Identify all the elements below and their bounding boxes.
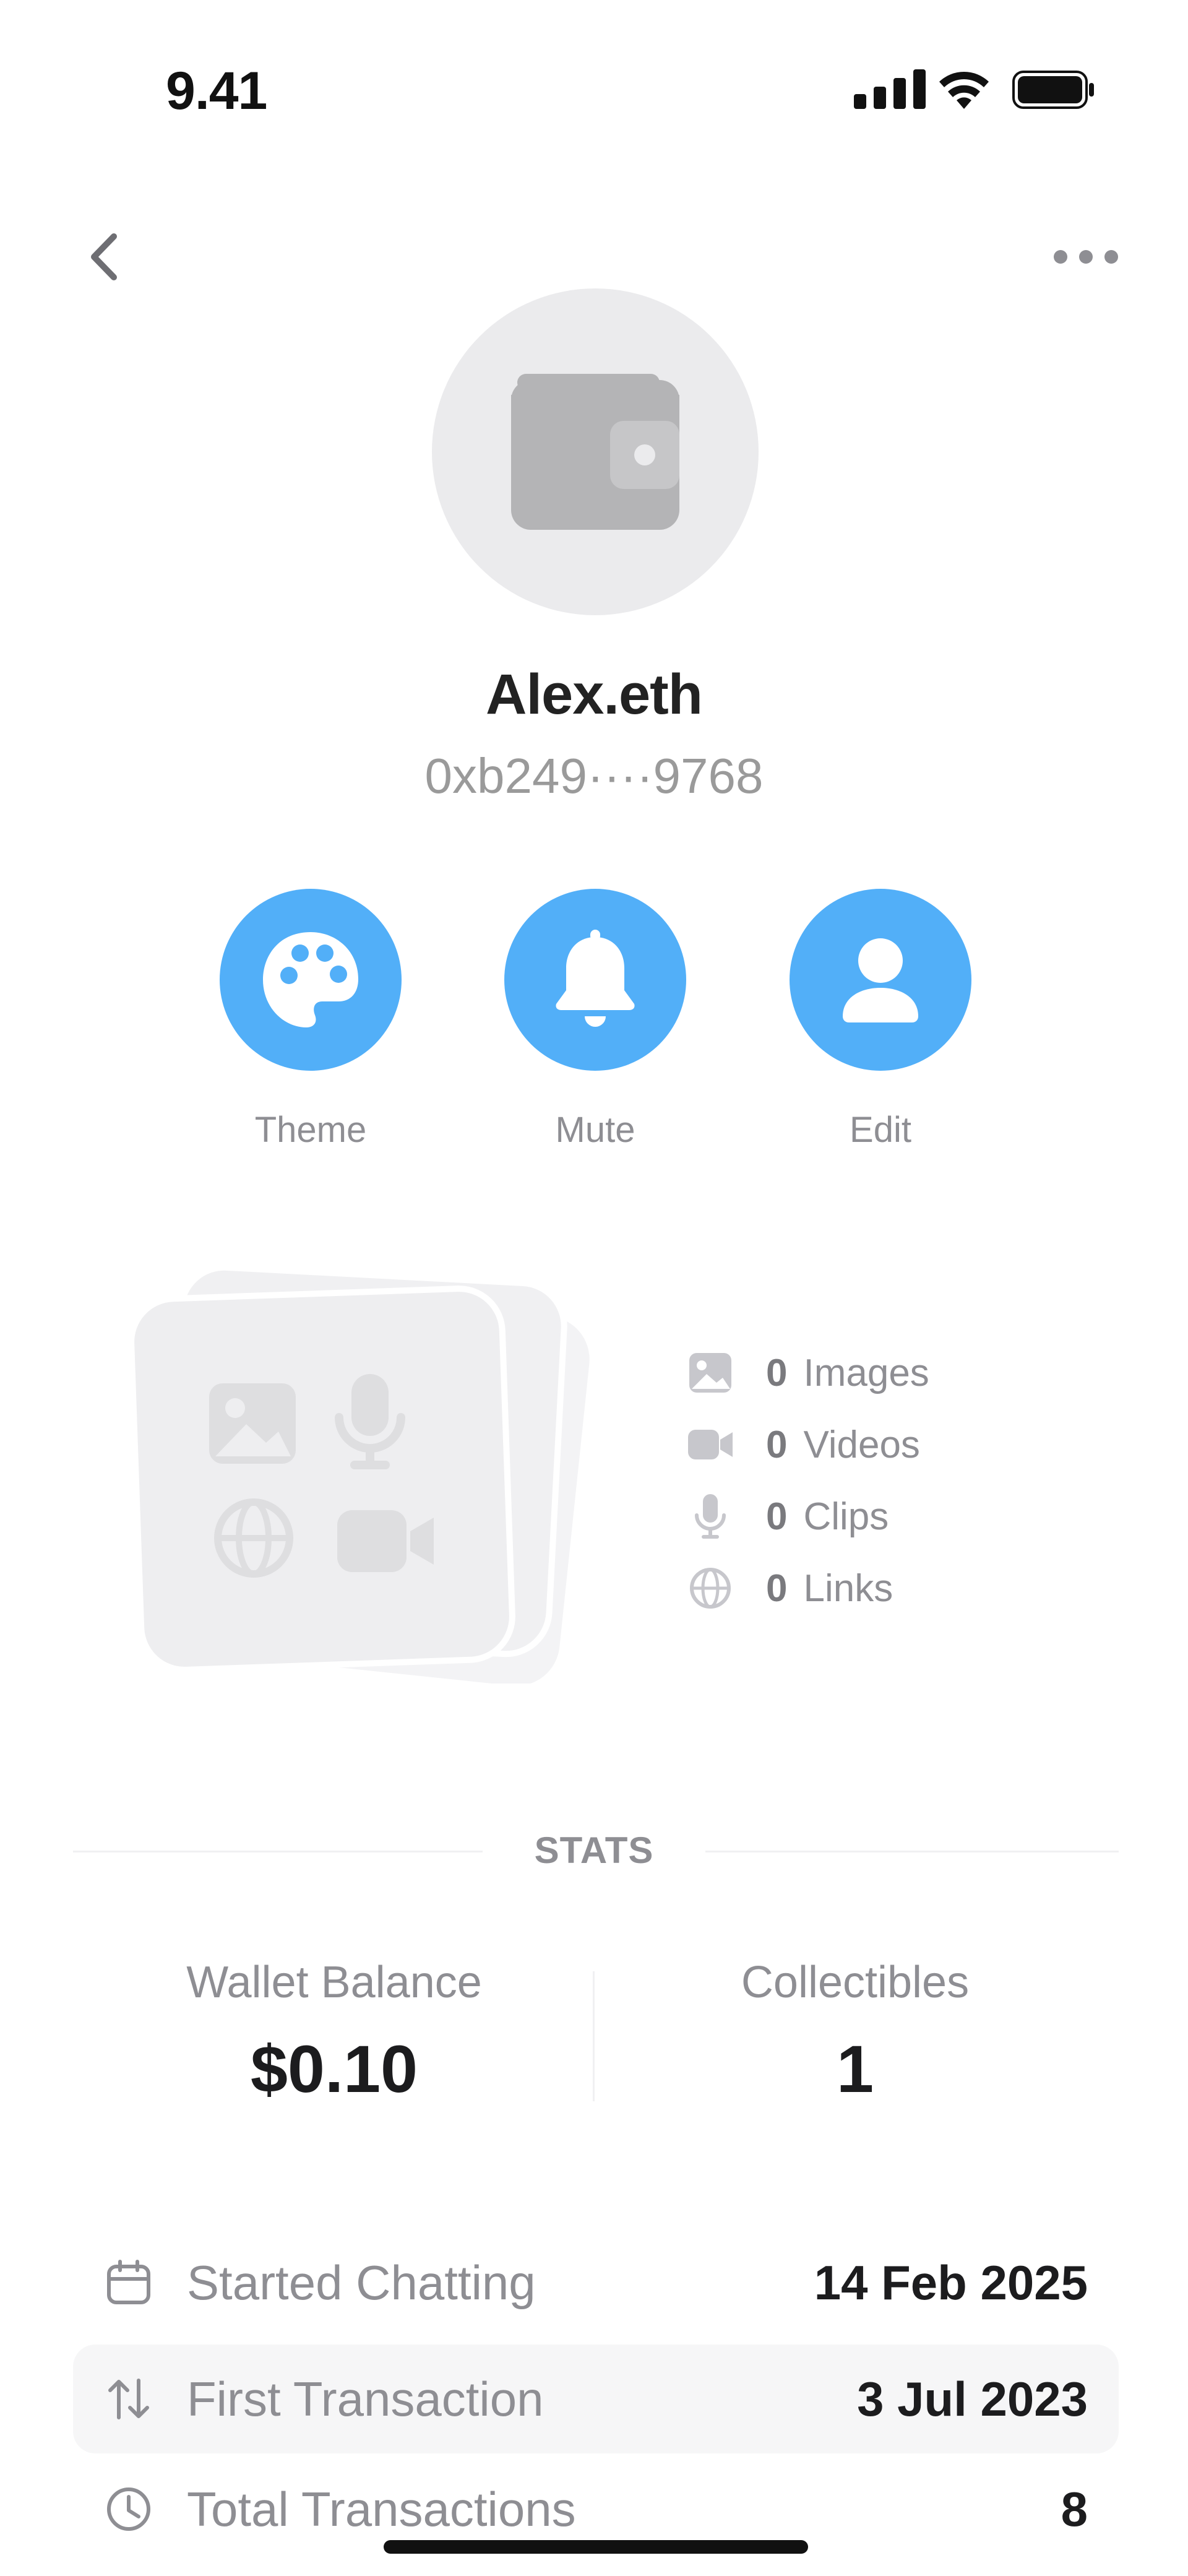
- wallet-address[interactable]: 0xb249····9768: [0, 748, 1188, 805]
- images-count: 0: [766, 1351, 788, 1394]
- collectibles-value: 1: [836, 2031, 874, 2106]
- palette-icon: [263, 932, 358, 1027]
- mute-circle[interactable]: [504, 889, 686, 1071]
- videos-label: Videos: [803, 1423, 920, 1466]
- stats-title: STATS: [534, 1830, 654, 1871]
- person-icon: [843, 938, 918, 1022]
- back-button[interactable]: [80, 229, 130, 285]
- video-icon: [688, 1430, 733, 1459]
- collectibles-label: Collectibles: [741, 1958, 970, 2007]
- edit-label: Edit: [850, 1110, 911, 1150]
- avatar: [432, 288, 759, 615]
- chevron-left-icon: [91, 233, 117, 280]
- mute-label: Mute: [555, 1110, 635, 1150]
- media-row-videos[interactable]: 0 Videos: [687, 1409, 929, 1480]
- started-chatting-label: Started Chatting: [187, 2255, 536, 2310]
- videos-count: 0: [766, 1423, 788, 1466]
- media-row-clips[interactable]: 0 Clips: [687, 1480, 929, 1552]
- stats-separator: [593, 1971, 595, 2101]
- more-horizontal-icon: [1054, 250, 1118, 264]
- edit-circle[interactable]: [790, 889, 971, 1071]
- wifi-icon: [939, 72, 989, 109]
- signal-icon: [854, 69, 926, 109]
- media-counts: 0 Images 0 Videos 0 Clips 0 Links: [687, 1337, 929, 1624]
- home-indicator[interactable]: [384, 2540, 808, 2554]
- more-button[interactable]: [1052, 238, 1120, 275]
- status-icons: [854, 67, 1095, 110]
- media-row-links[interactable]: 0 Links: [687, 1552, 929, 1624]
- links-label: Links: [803, 1567, 893, 1610]
- wallet-icon: [511, 374, 679, 530]
- microphone-icon: [695, 1494, 726, 1539]
- theme-label: Theme: [254, 1110, 367, 1150]
- info-row-first-transaction: First Transaction 3 Jul 2023: [73, 2345, 1119, 2453]
- calendar-icon: [107, 2260, 150, 2304]
- profile-name: Alex.eth: [486, 663, 703, 726]
- wallet-balance-label: Wallet Balance: [186, 1958, 482, 2007]
- globe-icon: [690, 1568, 731, 1609]
- clock-icon: [107, 2487, 150, 2531]
- status-time: 9.41: [166, 61, 267, 121]
- edit-button[interactable]: Edit: [788, 889, 973, 1151]
- clips-count: 0: [766, 1495, 788, 1538]
- bell-icon: [556, 930, 635, 1027]
- wallet-balance-value: $0.10: [250, 2031, 418, 2106]
- media-illustration: [124, 1250, 606, 1686]
- transfer-arrows-icon: [108, 2379, 149, 2419]
- battery-icon: [1012, 71, 1094, 109]
- links-count: 0: [766, 1567, 788, 1610]
- total-transactions-label: Total Transactions: [187, 2481, 576, 2536]
- mute-button[interactable]: Mute: [502, 889, 688, 1151]
- media-row-images[interactable]: 0 Images: [687, 1337, 929, 1409]
- clips-label: Clips: [803, 1495, 889, 1538]
- image-icon: [689, 1353, 731, 1393]
- first-transaction-value: 3 Jul 2023: [857, 2371, 1088, 2426]
- info-row-started-chatting: Started Chatting 14 Feb 2025: [73, 2228, 1119, 2337]
- image-icon: [209, 1383, 296, 1464]
- theme-button[interactable]: Theme: [218, 889, 403, 1151]
- started-chatting-value: 14 Feb 2025: [814, 2255, 1088, 2310]
- first-transaction-label: First Transaction: [187, 2371, 544, 2426]
- total-transactions-value: 8: [1061, 2481, 1088, 2536]
- theme-circle[interactable]: [220, 889, 402, 1071]
- images-label: Images: [803, 1351, 929, 1394]
